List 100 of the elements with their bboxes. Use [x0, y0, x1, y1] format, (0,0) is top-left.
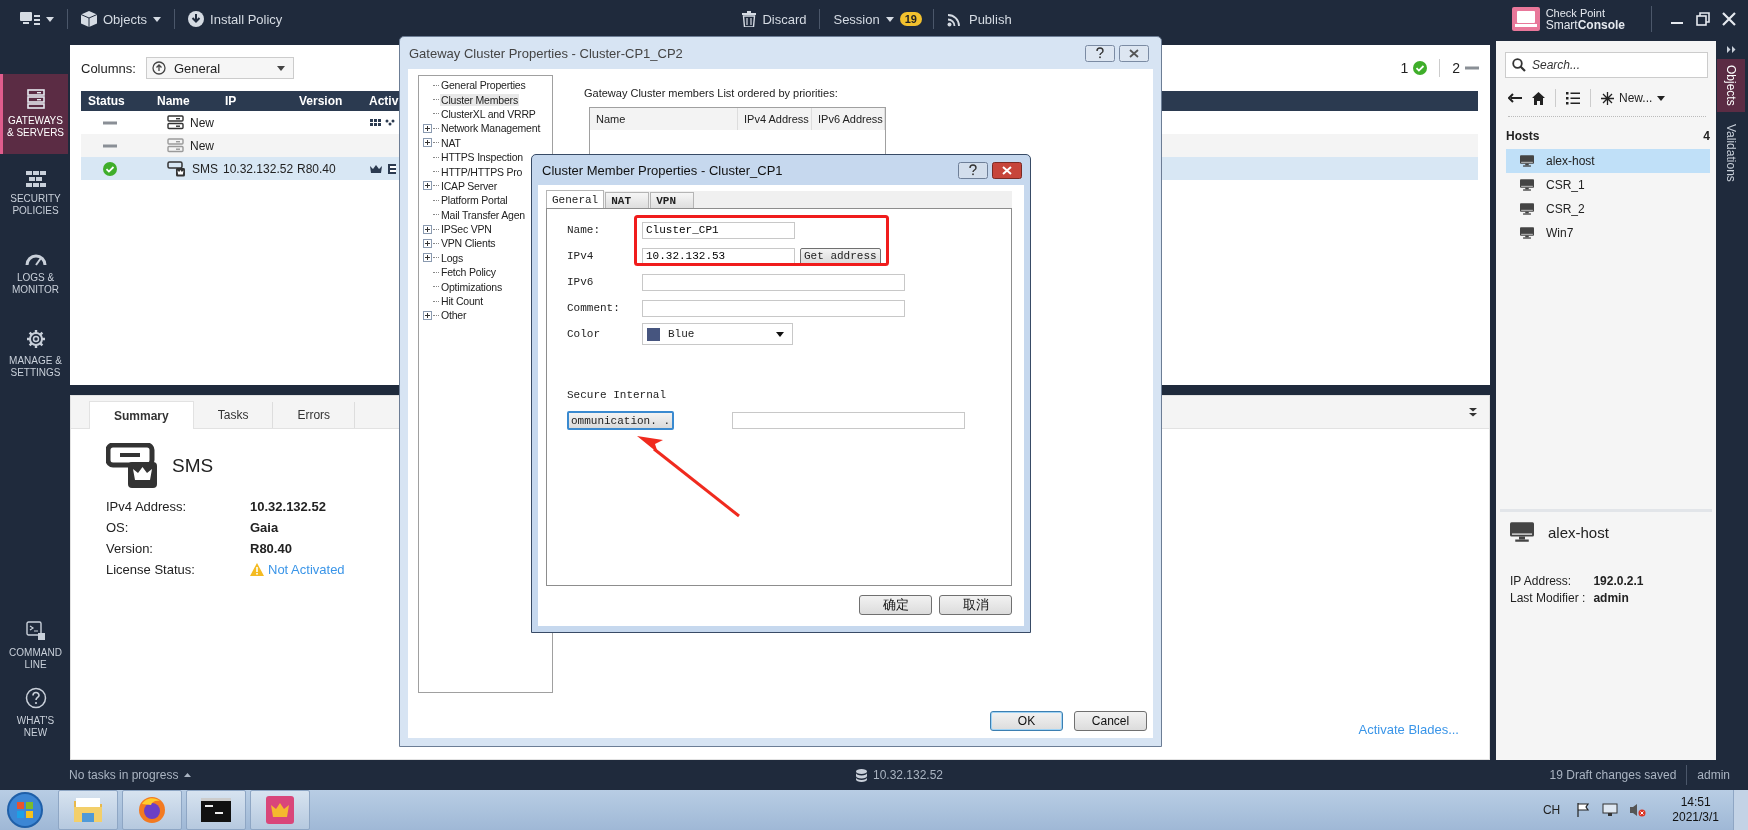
tree-item[interactable]: Other — [440, 309, 468, 322]
gear-icon — [25, 329, 46, 349]
list-item[interactable]: CSR_2 — [1506, 197, 1710, 221]
tree-item[interactable]: General Properties — [440, 79, 527, 92]
tree-item[interactable]: VPN Clients — [440, 237, 497, 250]
column-header[interactable]: Version — [292, 94, 362, 108]
expand-icon[interactable] — [423, 224, 432, 234]
new-button[interactable]: New... — [1601, 91, 1666, 105]
language-indicator[interactable]: CH — [1542, 803, 1561, 817]
cancel-button[interactable]: Cancel — [1074, 711, 1147, 731]
caret-up-icon[interactable] — [184, 773, 192, 777]
column-header[interactable]: Name — [590, 108, 738, 130]
expand-icon[interactable] — [423, 239, 432, 248]
list-item[interactable]: CSR_1 — [1506, 173, 1710, 197]
tab[interactable]: NAT — [605, 192, 650, 208]
start-button[interactable] — [6, 791, 44, 829]
tree-item[interactable]: Logs — [440, 251, 464, 264]
tree-item[interactable]: Optimizations — [440, 280, 503, 293]
caret-icon — [153, 16, 162, 22]
tab[interactable]: VPN — [650, 192, 695, 208]
publish-button[interactable]: Publish — [944, 9, 1014, 29]
table-cell: R80.40 — [297, 161, 336, 176]
cancel-button[interactable]: 取消 — [939, 595, 1012, 615]
communication-button[interactable]: ommunication. . — [567, 411, 675, 430]
list-item[interactable]: Win7 — [1506, 221, 1710, 245]
restore-icon[interactable] — [1696, 12, 1710, 26]
input-field[interactable] — [642, 299, 905, 317]
side-tab[interactable]: Objects — [1717, 59, 1745, 112]
warning-icon — [250, 563, 264, 576]
color-dropdown[interactable]: Blue — [642, 323, 793, 345]
taskbar-button[interactable] — [186, 790, 246, 830]
column-header[interactable]: IPv6 Address — [812, 108, 885, 130]
caret-icon — [776, 331, 784, 337]
columns-dropdown[interactable]: General — [145, 57, 294, 79]
back-icon[interactable] — [1508, 93, 1522, 103]
tree-item[interactable]: Network Management — [440, 122, 542, 135]
nav-item[interactable]: COMMAND LINE — [0, 612, 68, 679]
list-item[interactable]: alex-host — [1506, 149, 1710, 173]
tree-item[interactable]: NAT — [440, 136, 462, 149]
close-button[interactable] — [1119, 44, 1149, 62]
tree-item[interactable]: HTTPS Inspection — [440, 151, 524, 164]
tree-item[interactable]: IPSec VPN — [440, 223, 493, 236]
monitor-icon — [1510, 522, 1534, 542]
tab[interactable]: Errors — [273, 402, 356, 428]
help-button[interactable] — [958, 161, 988, 179]
clock-time[interactable]: 14:51 — [1680, 795, 1711, 810]
expand-icon[interactable] — [423, 310, 432, 320]
tree-item[interactable]: Mail Transfer Agen — [440, 208, 526, 221]
tree-item[interactable]: HTTP/HTTPS Pro — [440, 165, 524, 178]
list-icon[interactable] — [1566, 91, 1580, 105]
tree-item[interactable]: Platform Portal — [440, 194, 509, 207]
column-header[interactable]: IPv4 Address — [738, 108, 812, 130]
caret-icon — [276, 65, 285, 71]
search-field[interactable]: Search... — [1505, 52, 1708, 78]
download-icon — [188, 11, 205, 27]
tree-item[interactable]: ClusterXL and VRRP — [440, 107, 537, 120]
objects-menu[interactable]: Objects — [79, 9, 164, 29]
tree-item[interactable]: Fetch Policy — [440, 266, 497, 279]
clock-date[interactable]: 2021/3/1 — [1672, 810, 1719, 825]
expand-icon[interactable] — [423, 138, 432, 148]
discard-button[interactable]: Discard — [740, 9, 809, 29]
nav-item[interactable]: SECURITY POLICIES — [0, 154, 68, 234]
input-field[interactable] — [642, 273, 905, 291]
tab[interactable]: General — [546, 190, 605, 208]
tree-item[interactable]: Cluster Members — [440, 93, 519, 106]
column-header[interactable]: Status — [81, 94, 150, 108]
expand-icon[interactable] — [423, 123, 432, 133]
field-label: Version: — [106, 541, 154, 556]
input-field[interactable]: Cluster_CP1 — [642, 221, 795, 239]
item-count: 4 — [1703, 129, 1710, 143]
flag-icon[interactable] — [1576, 803, 1591, 817]
session-menu[interactable]: Session — [831, 9, 896, 29]
column-header[interactable]: Name — [150, 94, 218, 108]
network-icon[interactable] — [1602, 803, 1619, 817]
nav-item[interactable]: GATEWAYS & SERVERS — [0, 74, 68, 154]
ok-button[interactable]: 确定 — [859, 595, 932, 615]
dropdown-value: Blue — [668, 328, 696, 340]
close-button[interactable] — [992, 161, 1022, 179]
expand-icon[interactable] — [423, 181, 432, 191]
brick-wall-icon — [25, 171, 46, 187]
help-button[interactable] — [1085, 44, 1115, 62]
server-icon — [25, 89, 46, 109]
expand-icon[interactable] — [1726, 46, 1736, 53]
close-icon[interactable] — [1722, 12, 1736, 26]
nav-item[interactable]: WHAT'S NEW — [0, 679, 68, 746]
input-field[interactable] — [732, 412, 966, 429]
muted-speaker-icon[interactable] — [1630, 803, 1647, 817]
tab[interactable]: Tasks — [193, 402, 274, 428]
column-header[interactable]: IP — [218, 94, 292, 108]
nav-item[interactable]: LOGS & MONITOR — [0, 234, 68, 314]
expand-icon[interactable] — [423, 253, 432, 263]
collapse-icon[interactable] — [1469, 407, 1477, 417]
side-tab[interactable]: Validations — [1717, 117, 1745, 188]
tab[interactable]: Summary — [89, 401, 194, 429]
install-policy-button[interactable]: Install Policy — [186, 9, 285, 29]
home-icon[interactable] — [1532, 91, 1545, 105]
ok-button[interactable]: OK — [990, 711, 1063, 731]
nav-item[interactable]: MANAGE & SETTINGS — [0, 314, 68, 394]
tree-item[interactable]: Hit Count — [440, 295, 484, 308]
tree-item[interactable]: ICAP Server — [440, 179, 498, 192]
